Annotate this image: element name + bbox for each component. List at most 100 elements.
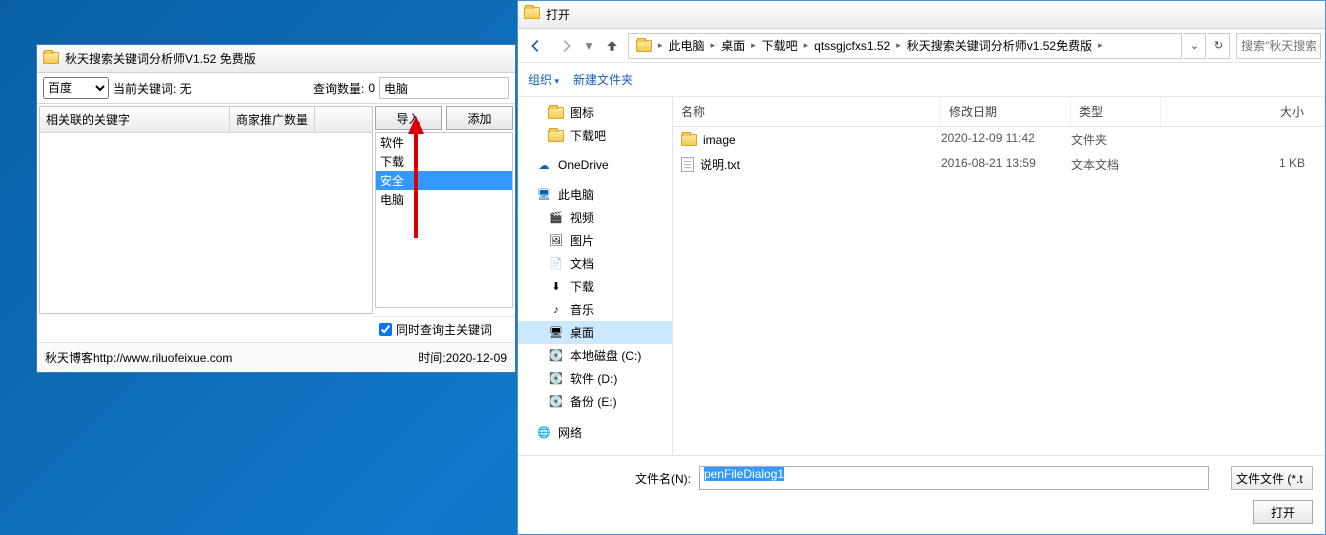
- tree-item-icon: 💽: [548, 349, 564, 363]
- address-breadcrumb[interactable]: ▸ 此电脑▸桌面▸下载吧▸qtssgjcfxs1.52▸秋天搜索关键词分析师v1…: [628, 33, 1182, 59]
- file-list-header: 名称 修改日期 类型 大小: [673, 97, 1325, 127]
- breadcrumb-segment[interactable]: 秋天搜索关键词分析师v1.52免费版: [902, 34, 1097, 58]
- tree-item[interactable]: ♪ 音乐: [518, 298, 672, 321]
- organize-menu[interactable]: 组织: [528, 71, 559, 88]
- breadcrumb-segment[interactable]: 此电脑: [664, 34, 710, 58]
- tree-item-icon: 🖥: [536, 188, 552, 202]
- tree-item-label: 软件 (D:): [570, 370, 617, 387]
- file-name: 说明.txt: [700, 156, 740, 173]
- tree-item[interactable]: 🎬视频: [518, 206, 672, 229]
- tree-item-label: 视频: [570, 209, 594, 226]
- tree-item[interactable]: 下载吧: [518, 124, 672, 147]
- dialog-footer: 文件名(N): penFileDialog1 文件文件 (*.t 打开: [518, 455, 1325, 534]
- file-list[interactable]: image2020-12-09 11:42文件夹说明.txt 2016-08-21…: [673, 127, 1325, 455]
- filename-label: 文件名(N):: [635, 470, 691, 487]
- add-button[interactable]: 添加: [446, 106, 513, 130]
- col-related-keyword[interactable]: 相关联的关键字: [40, 107, 230, 132]
- tree-item[interactable]: 🌐网络: [518, 421, 672, 444]
- checkbox-label: 同时查询主关键词: [396, 321, 492, 338]
- folder-icon: [681, 134, 697, 146]
- tree-item-icon: ☁: [536, 158, 552, 172]
- tree-item[interactable]: 图标: [518, 101, 672, 124]
- tree-item[interactable]: ☁ OneDrive: [518, 155, 672, 175]
- footer-blog-link[interactable]: 秋天博客http://www.riluofeixue.com: [45, 349, 232, 366]
- nav-forward-button[interactable]: [552, 33, 580, 59]
- keyword-listbox[interactable]: 软件下载安全电脑: [375, 132, 513, 308]
- table-header: 相关联的关键字 商家推广数量: [40, 107, 372, 133]
- refresh-button[interactable]: ↻: [1208, 33, 1230, 59]
- tree-item-label: 此电脑: [558, 186, 594, 203]
- tree-item-icon: 🌐: [536, 426, 552, 440]
- dialog-title: 打开: [546, 6, 570, 23]
- app-title: 秋天搜索关键词分析师V1.52 免费版: [65, 50, 256, 67]
- col-merchant-count[interactable]: 商家推广数量: [230, 107, 315, 132]
- col-size[interactable]: 大小: [1161, 97, 1325, 126]
- list-item[interactable]: 软件: [376, 133, 512, 152]
- query-main-keyword-checkbox[interactable]: [379, 323, 392, 336]
- tree-item-icon: 💽: [548, 372, 564, 386]
- tree-item-label: OneDrive: [558, 158, 609, 172]
- tree-item-label: 音乐: [570, 301, 594, 318]
- list-item[interactable]: 电脑: [376, 190, 512, 209]
- dialog-toolbar: 组织 新建文件夹: [518, 63, 1325, 97]
- tree-item[interactable]: 💽备份 (E:): [518, 390, 672, 413]
- col-name[interactable]: 名称: [673, 97, 941, 126]
- col-date[interactable]: 修改日期: [941, 97, 1071, 126]
- new-folder-button[interactable]: 新建文件夹: [573, 71, 633, 88]
- file-type: 文本文档: [1071, 156, 1161, 173]
- nav-up-button[interactable]: [598, 33, 626, 59]
- checkbox-row: 同时查询主关键词: [373, 316, 515, 342]
- keyword-input[interactable]: [379, 77, 509, 99]
- chevron-right-icon[interactable]: ▸: [1097, 40, 1104, 51]
- tree-item[interactable]: 🖥桌面: [518, 321, 672, 344]
- file-type: 文件夹: [1071, 131, 1161, 148]
- nav-back-button[interactable]: [522, 33, 550, 59]
- table-body[interactable]: [40, 133, 372, 313]
- current-keyword-label: 当前关键词: 无: [113, 80, 192, 97]
- file-size: 1 KB: [1161, 156, 1325, 173]
- app-icon: [43, 52, 59, 66]
- file-row[interactable]: image2020-12-09 11:42文件夹: [673, 127, 1325, 152]
- tree-item[interactable]: ⬇下载: [518, 275, 672, 298]
- breadcrumb-segment[interactable]: 桌面: [716, 34, 750, 58]
- folder-tree[interactable]: 图标下载吧 ☁ OneDrive 🖥 此电脑 🎬视频🖼图片📄文档⬇下载 ♪ 音乐 🖥桌面💽本地磁…: [518, 97, 673, 455]
- breadcrumb-segment[interactable]: qtssgjcfxs1.52: [809, 34, 895, 58]
- file-icon: [681, 157, 694, 172]
- tree-item-icon: 🖥: [548, 326, 564, 340]
- footer-timestamp: 时间:2020-12-09: [418, 349, 507, 366]
- app-titlebar[interactable]: 秋天搜索关键词分析师V1.52 免费版: [37, 45, 515, 73]
- tree-item-label: 图标: [570, 104, 594, 121]
- tree-item-icon: [548, 106, 564, 120]
- filetype-select[interactable]: 文件文件 (*.t: [1231, 466, 1313, 490]
- list-item[interactable]: 安全: [376, 171, 512, 190]
- tree-item[interactable]: 📄文档: [518, 252, 672, 275]
- tree-item[interactable]: 🖼图片: [518, 229, 672, 252]
- tree-item-label: 下载: [570, 278, 594, 295]
- search-input[interactable]: [1236, 33, 1321, 59]
- breadcrumb-segment[interactable]: 下载吧: [757, 34, 803, 58]
- nav-recent-dropdown[interactable]: ▾: [582, 33, 596, 59]
- dialog-titlebar[interactable]: 打开: [518, 1, 1325, 29]
- list-item[interactable]: 下载: [376, 152, 512, 171]
- file-date: 2016-08-21 13:59: [941, 156, 1071, 173]
- file-row[interactable]: 说明.txt 2016-08-21 13:59文本文档1 KB: [673, 152, 1325, 177]
- tree-item-icon: ♪: [548, 303, 564, 317]
- query-count-label: 查询数量:: [313, 80, 364, 97]
- tree-item-icon: 📄: [548, 257, 564, 271]
- open-button[interactable]: 打开: [1253, 500, 1313, 524]
- breadcrumb-dropdown-button[interactable]: ⌄: [1184, 33, 1206, 59]
- query-count-value: 0: [368, 81, 375, 95]
- tree-item[interactable]: 💽本地磁盘 (C:): [518, 344, 672, 367]
- col-type[interactable]: 类型: [1071, 97, 1161, 126]
- import-button[interactable]: 导入: [375, 106, 442, 130]
- tree-item[interactable]: 💽 软件 (D:): [518, 367, 672, 390]
- tree-item[interactable]: 🖥 此电脑: [518, 183, 672, 206]
- breadcrumb-root-icon[interactable]: [631, 34, 657, 58]
- search-engine-select[interactable]: 百度: [43, 77, 109, 99]
- dialog-nav-row: ▾ ▸ 此电脑▸桌面▸下载吧▸qtssgjcfxs1.52▸秋天搜索关键词分析师…: [518, 29, 1325, 63]
- results-table: 相关联的关键字 商家推广数量: [39, 106, 373, 314]
- tree-item-label: 下载吧: [570, 127, 606, 144]
- open-file-dialog: 打开 ▾ ▸ 此电脑▸桌面▸下载吧▸qtssgjcfxs1.52▸秋天搜索关键词…: [517, 0, 1326, 535]
- filename-input[interactable]: penFileDialog1: [699, 466, 1209, 490]
- file-name: image: [703, 133, 736, 147]
